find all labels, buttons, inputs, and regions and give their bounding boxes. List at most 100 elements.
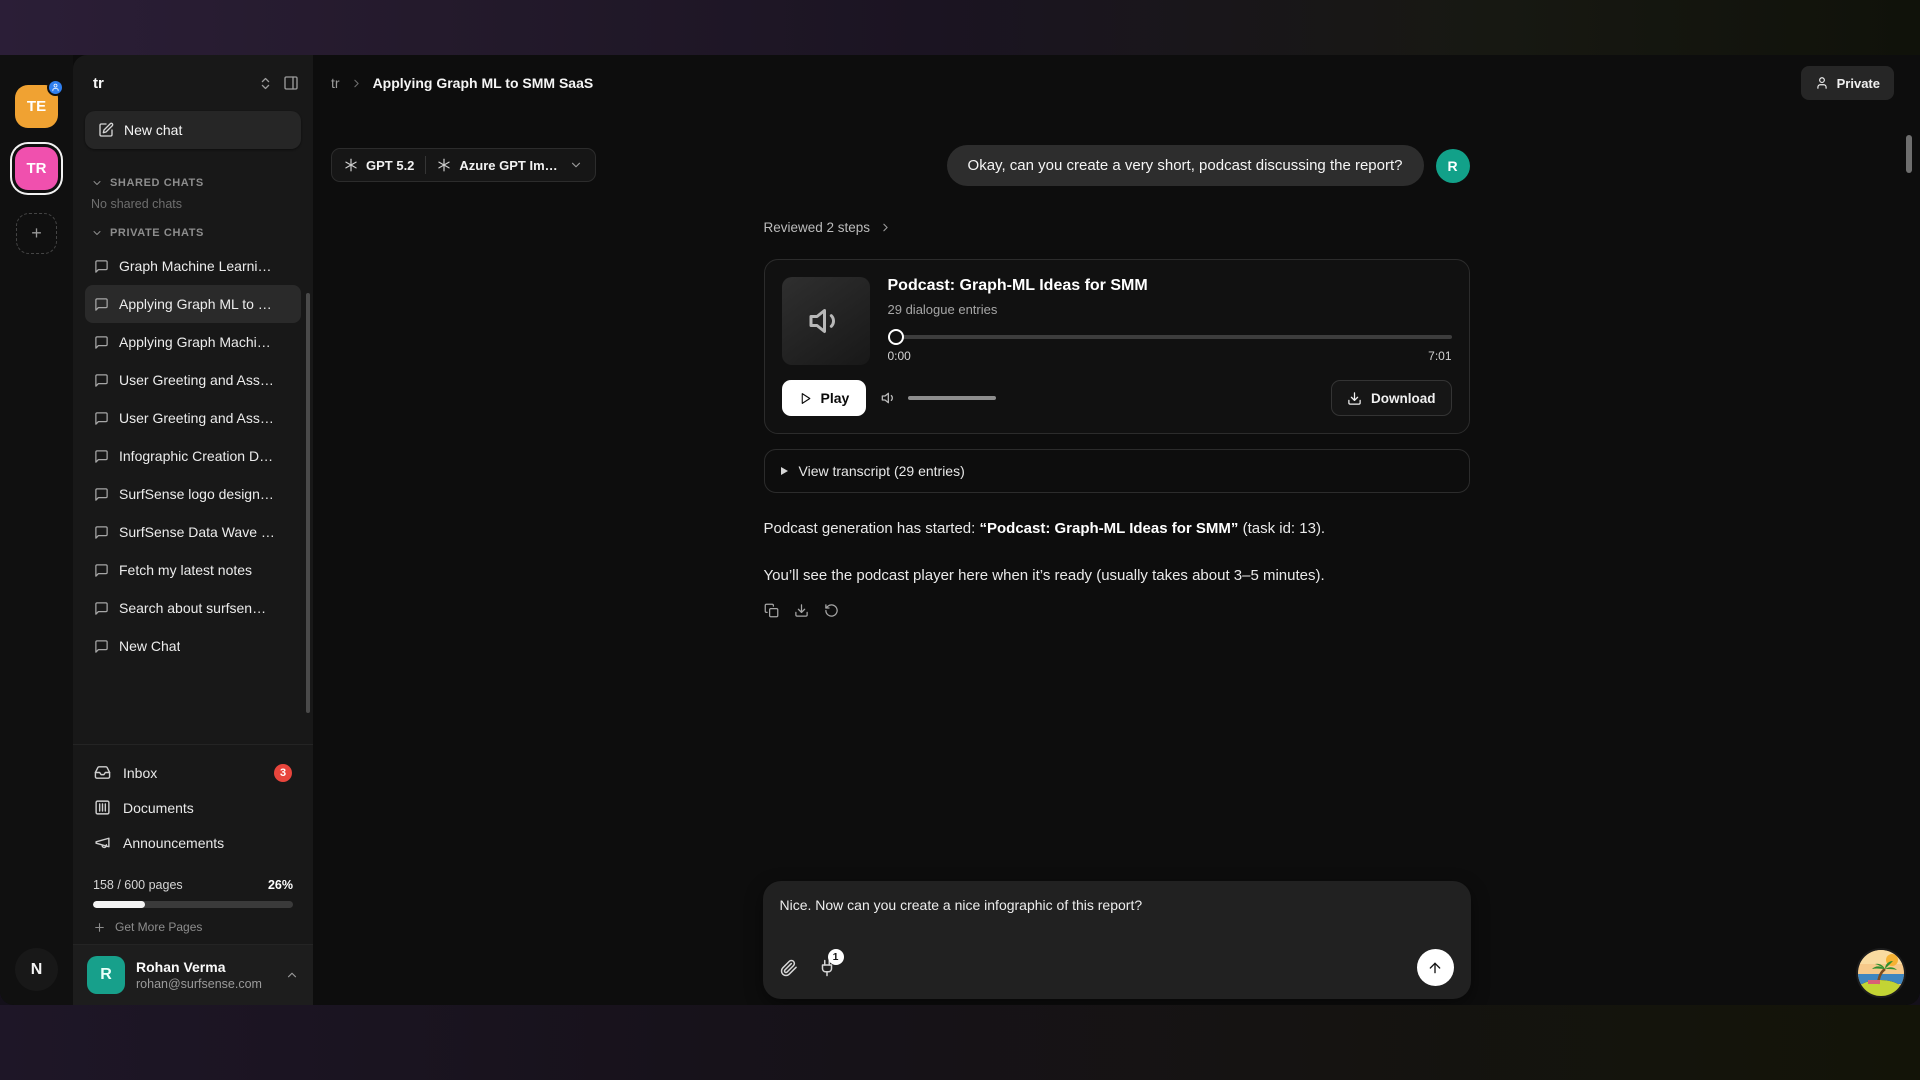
chevron-down-icon[interactable]	[569, 158, 583, 172]
download-icon	[1347, 391, 1362, 406]
workspace-switcher-icon[interactable]	[258, 76, 273, 91]
chat-bubble-icon	[94, 639, 109, 654]
model-primary[interactable]: GPT 5.2	[344, 158, 414, 173]
download-icon[interactable]	[794, 603, 809, 618]
divider	[425, 156, 426, 174]
chat-bubble-icon	[94, 373, 109, 388]
pages-progress-fill	[93, 901, 145, 908]
sidebar-chat-item[interactable]: Infographic Creation D…	[85, 437, 301, 475]
seek-thumb[interactable]	[888, 329, 904, 345]
triangle-right-icon	[781, 467, 788, 475]
conversation-column: Okay, can you create a very short, podca…	[764, 111, 1470, 618]
workspace-name[interactable]: tr	[93, 75, 248, 92]
sidebar-item-announcements[interactable]: Announcements	[85, 825, 301, 860]
sidebar-chat-item[interactable]: Fetch my latest notes	[85, 551, 301, 589]
breadcrumb-workspace[interactable]: tr	[331, 75, 340, 91]
breadcrumb-title: Applying Graph ML to SMM SaaS	[373, 75, 594, 91]
chat-bubble-icon	[94, 411, 109, 426]
new-chat-button[interactable]: New chat	[85, 111, 301, 149]
play-button[interactable]: Play	[782, 380, 867, 416]
account-menu[interactable]: R Rohan Verma rohan@surfsense.com	[73, 944, 313, 1005]
sidebar-chat-item[interactable]: Search about surfsen…	[85, 589, 301, 627]
reviewed-steps-toggle[interactable]: Reviewed 2 steps	[764, 220, 1470, 235]
sidebar-chat-item[interactable]: Applying Graph ML to …	[85, 285, 301, 323]
chat-bubble-icon	[94, 525, 109, 540]
composer[interactable]: Nice. Now can you create a nice infograp…	[763, 881, 1471, 999]
attach-file-button[interactable]	[780, 959, 798, 977]
sidebar-chat-item[interactable]: Graph Machine Learni…	[85, 247, 301, 285]
podcast-player-card: Podcast: Graph-ML Ideas for SMM 29 dialo…	[764, 259, 1470, 434]
regenerate-icon[interactable]	[824, 603, 839, 618]
people-icon	[51, 83, 60, 92]
new-chat-label: New chat	[124, 122, 182, 138]
model-selector[interactable]: GPT 5.2 Azure GPT Im…	[331, 148, 596, 182]
tropical-island-badge[interactable]	[1858, 950, 1904, 996]
private-chats-section[interactable]: PRIVATE CHATS	[91, 227, 295, 239]
person-icon	[1815, 76, 1829, 90]
main-scrollbar[interactable]	[1906, 135, 1912, 173]
chat-bubble-icon	[94, 259, 109, 274]
send-button[interactable]	[1417, 949, 1454, 986]
sidebar-chat-item[interactable]: Applying Graph Machi…	[85, 323, 301, 361]
inbox-icon	[94, 764, 111, 781]
volume-icon	[881, 390, 897, 406]
model-secondary[interactable]: Azure GPT Im…	[437, 158, 557, 173]
get-more-pages-button[interactable]: Get More Pages	[93, 920, 293, 934]
add-workspace-button[interactable]: +	[16, 213, 57, 254]
chat-bubble-icon	[94, 487, 109, 502]
sidebar-chat-item[interactable]: User Greeting and Ass…	[85, 399, 301, 437]
podcast-title: Podcast: Graph-ML Ideas for SMM	[888, 277, 1452, 295]
main-header: tr Applying Graph ML to SMM SaaS Private	[313, 55, 1920, 111]
volume-slider[interactable]	[908, 396, 996, 400]
palm-tree-icon	[1858, 950, 1904, 996]
user-message-avatar: R	[1436, 149, 1470, 183]
shared-workspace-badge	[47, 79, 64, 96]
connectors-button[interactable]: 1	[818, 959, 836, 977]
chevron-right-icon	[879, 221, 892, 234]
sidebar-chat-item[interactable]: SurfSense Data Wave …	[85, 513, 301, 551]
pages-used-percent: 26%	[268, 878, 293, 892]
sidebar-chat-item[interactable]: SurfSense logo design…	[85, 475, 301, 513]
openai-icon	[344, 158, 358, 172]
composer-input[interactable]: Nice. Now can you create a nice infograp…	[780, 897, 1454, 913]
chevron-down-icon	[91, 227, 103, 239]
chevron-right-icon	[350, 77, 363, 90]
openai-icon	[437, 158, 451, 172]
plus-icon: +	[31, 223, 42, 244]
documents-icon	[94, 799, 111, 816]
transcript-toggle[interactable]: View transcript (29 entries)	[764, 449, 1470, 493]
speaker-icon	[808, 303, 844, 339]
workspace-avatar-label: TE	[27, 98, 46, 115]
podcast-artwork	[782, 277, 870, 365]
desktop-top-band	[0, 0, 1920, 55]
seek-slider[interactable]	[888, 328, 1452, 346]
sidebar-chat-item[interactable]: User Greeting and Ass…	[85, 361, 301, 399]
pages-progress-bar	[93, 901, 293, 908]
chevron-down-icon	[91, 177, 103, 189]
collapse-sidebar-icon[interactable]	[283, 75, 299, 91]
download-button[interactable]: Download	[1331, 380, 1452, 416]
user-avatar: R	[87, 956, 125, 994]
sidebar-scrollbar[interactable]	[306, 293, 310, 713]
sidebar: tr New chat SHARED CHATS No shared chats…	[73, 55, 313, 1005]
paperclip-icon	[780, 959, 798, 977]
shared-chats-section[interactable]: SHARED CHATS	[91, 177, 295, 189]
copy-icon[interactable]	[764, 603, 779, 618]
app-logo[interactable]: N	[15, 948, 58, 991]
plus-icon	[93, 921, 106, 934]
volume-control[interactable]	[881, 390, 996, 406]
desktop-bottom-band	[0, 1005, 1920, 1080]
sidebar-chat-item[interactable]: New Chat	[85, 627, 301, 665]
sidebar-item-inbox[interactable]: Inbox 3	[85, 755, 301, 790]
sidebar-nav: Inbox 3 Documents Announcements	[73, 744, 313, 864]
connectors-count-badge: 1	[828, 949, 844, 965]
workspace-avatar-te[interactable]: TE	[15, 85, 58, 128]
chat-bubble-icon	[94, 563, 109, 578]
megaphone-icon	[94, 834, 111, 851]
workspace-avatar-tr-selected[interactable]: TR	[15, 147, 58, 190]
elapsed-time: 0:00	[888, 349, 911, 363]
visibility-button[interactable]: Private	[1801, 66, 1894, 100]
sidebar-chat-list: SHARED CHATS No shared chats PRIVATE CHA…	[73, 159, 313, 744]
seek-track[interactable]	[888, 335, 1452, 339]
sidebar-item-documents[interactable]: Documents	[85, 790, 301, 825]
